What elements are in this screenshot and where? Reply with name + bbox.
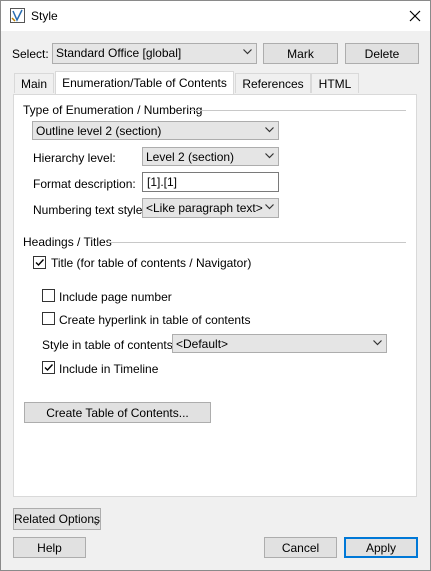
- title-bar: Style: [1, 1, 430, 31]
- numbering-text-style-dropdown[interactable]: <Like paragraph text>: [142, 198, 279, 218]
- style-select-dropdown[interactable]: Standard Office [global]: [52, 43, 257, 64]
- chevron-down-icon: [265, 204, 274, 210]
- chevron-down-icon: [265, 127, 274, 133]
- title-checkbox-label[interactable]: Title (for table of contents / Navigator…: [51, 256, 251, 270]
- enumeration-type-value: Outline level 2 (section): [36, 124, 162, 138]
- numbering-text-style-label: Numbering text style:: [33, 203, 146, 217]
- create-toc-button[interactable]: Create Table of Contents...: [24, 402, 211, 423]
- create-hyperlink-label[interactable]: Create hyperlink in table of contents: [59, 313, 250, 327]
- checkmark-icon: [44, 364, 54, 372]
- create-hyperlink-checkbox[interactable]: [42, 312, 55, 325]
- group-divider: [190, 110, 406, 111]
- related-options-label: Related Options: [13, 512, 101, 526]
- cancel-button[interactable]: Cancel: [264, 537, 337, 558]
- tab-html[interactable]: HTML: [311, 73, 359, 93]
- style-select-value: Standard Office [global]: [56, 46, 182, 60]
- related-options-button[interactable]: Related Options: [13, 508, 101, 530]
- style-app-icon: [10, 8, 25, 23]
- numbering-text-style-value: <Like paragraph text>: [146, 201, 263, 215]
- chevron-down-icon: [94, 522, 99, 526]
- help-button[interactable]: Help: [13, 537, 86, 558]
- hierarchy-level-label: Hierarchy level:: [33, 151, 116, 165]
- include-in-timeline-checkbox[interactable]: [42, 361, 55, 374]
- checkmark-icon: [35, 259, 45, 267]
- format-description-label: Format description:: [33, 177, 136, 191]
- headings-group-title: Headings / Titles: [23, 235, 112, 249]
- chevron-down-icon: [373, 340, 382, 346]
- select-label: Select:: [12, 47, 49, 61]
- tab-enumeration-toc[interactable]: Enumeration/Table of Contents: [55, 71, 234, 94]
- enumeration-type-dropdown[interactable]: Outline level 2 (section): [32, 121, 279, 140]
- apply-button[interactable]: Apply: [344, 537, 418, 558]
- include-page-number-label[interactable]: Include page number: [59, 290, 172, 304]
- hierarchy-level-dropdown[interactable]: Level 2 (section): [142, 147, 279, 166]
- mark-button[interactable]: Mark: [263, 43, 338, 64]
- chevron-down-icon: [265, 153, 274, 159]
- title-checkbox[interactable]: [33, 256, 46, 269]
- include-in-timeline-label[interactable]: Include in Timeline: [59, 362, 158, 376]
- close-icon[interactable]: [402, 4, 428, 28]
- chevron-down-icon: [243, 49, 252, 55]
- tab-references[interactable]: References: [235, 73, 311, 93]
- format-description-input[interactable]: [1].[1]: [142, 172, 279, 192]
- enumeration-group-title: Type of Enumeration / Numbering: [23, 103, 203, 117]
- include-page-number-checkbox[interactable]: [42, 289, 55, 302]
- toc-style-label: Style in table of contents:: [42, 338, 177, 352]
- tab-main[interactable]: Main: [14, 73, 54, 93]
- toc-style-value: <Default>: [176, 337, 229, 351]
- hierarchy-level-value: Level 2 (section): [146, 150, 235, 164]
- window-title: Style: [31, 9, 58, 23]
- delete-button[interactable]: Delete: [345, 43, 419, 64]
- toc-style-dropdown[interactable]: <Default>: [172, 334, 387, 353]
- group-divider: [108, 242, 406, 243]
